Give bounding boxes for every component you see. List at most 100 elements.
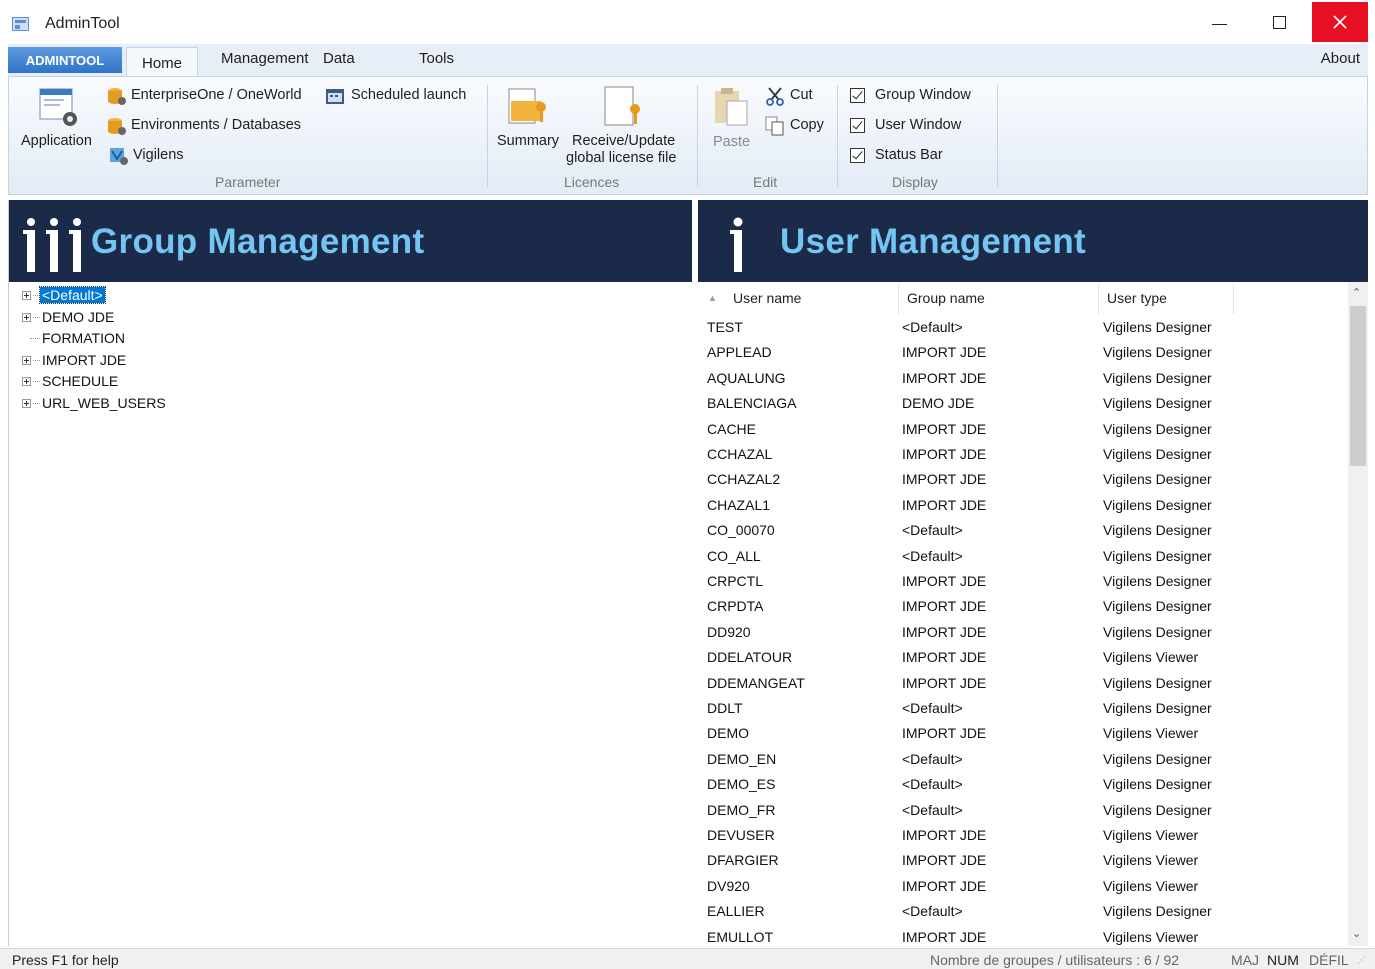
group-name-cell: <Default> — [902, 547, 963, 564]
expand-icon[interactable] — [22, 355, 31, 365]
table-row[interactable]: DD920 IMPORT JDE Vigilens Designer — [698, 620, 1343, 645]
scroll-down-icon[interactable]: ⌄ — [1352, 927, 1361, 940]
group-name-cell: <Default> — [902, 319, 963, 335]
user-window-toggle[interactable]: User Window — [849, 115, 989, 137]
close-button[interactable] — [1312, 2, 1368, 42]
column-divider[interactable] — [898, 284, 899, 314]
user-table-scrollbar[interactable]: ⌃ ⌄ — [1348, 282, 1368, 946]
table-row[interactable]: EMULLOT IMPORT JDE Vigilens Viewer — [698, 925, 1343, 946]
table-row[interactable]: DEMO_EN <Default> Vigilens Designer — [698, 747, 1343, 772]
minimize-icon — [1211, 23, 1227, 25]
tree-item[interactable]: SCHEDULE — [9, 371, 309, 392]
sort-ascending-icon: ▲ — [708, 293, 717, 303]
user-name-cell: EMULLOT — [707, 928, 774, 945]
tree-item[interactable]: FORMATION — [9, 328, 309, 349]
user-type-cell: Vigilens Designer — [1103, 801, 1212, 818]
ribbon-separator — [487, 85, 488, 187]
vigilens-button[interactable]: Vigilens — [105, 145, 205, 167]
table-row[interactable]: CO_00070 <Default> Vigilens Designer — [698, 518, 1343, 543]
user-management-title: User Management — [780, 222, 1086, 261]
checkbox-checked-icon — [850, 148, 865, 163]
user-management-panel: User Management ▲ User name Group name U… — [698, 200, 1368, 946]
table-row[interactable]: BALENCIAGA DEMO JDE Vigilens Designer — [698, 391, 1343, 416]
application-button[interactable]: Application — [19, 83, 103, 157]
environments-button[interactable]: Environments / Databases — [105, 115, 319, 137]
user-type-cell: Vigilens Designer — [1103, 700, 1212, 716]
application-icon — [39, 88, 77, 126]
group-name-cell: IMPORT JDE — [902, 649, 987, 666]
column-divider[interactable] — [1233, 284, 1234, 314]
tab-home[interactable]: Home — [126, 47, 198, 79]
table-row[interactable]: CCHAZAL IMPORT JDE Vigilens Designer — [698, 442, 1343, 467]
expand-icon[interactable] — [22, 377, 31, 386]
table-row[interactable]: CACHE IMPORT JDE Vigilens Designer — [698, 417, 1343, 442]
group-name-cell: <Default> — [902, 750, 963, 767]
tab-tools[interactable]: Tools — [419, 50, 454, 67]
table-row[interactable]: APPLEAD IMPORT JDE Vigilens Designer — [698, 340, 1343, 365]
tree-item[interactable]: IMPORT JDE — [9, 350, 309, 371]
minimize-button[interactable] — [1191, 2, 1247, 42]
user-type-cell: Vigilens Designer — [1103, 496, 1212, 513]
group-window-toggle[interactable]: Group Window — [849, 85, 989, 107]
enterprise-button[interactable]: EnterpriseOne / OneWorld — [105, 85, 319, 107]
group-window-label: Group Window — [875, 87, 971, 103]
table-row[interactable]: CCHAZAL2 IMPORT JDE Vigilens Designer — [698, 467, 1343, 492]
column-header-group-name[interactable]: Group name — [907, 290, 985, 306]
table-row[interactable]: DDEMANGEAT IMPORT JDE Vigilens Designer — [698, 671, 1343, 696]
table-row[interactable]: DDLT <Default> Vigilens Designer — [698, 696, 1343, 721]
copy-button[interactable]: Copy — [765, 115, 831, 137]
table-row[interactable]: CRPCTL IMPORT JDE Vigilens Designer — [698, 569, 1343, 594]
maximize-button[interactable] — [1251, 2, 1307, 42]
enterprise-label: EnterpriseOne / OneWorld — [131, 87, 302, 103]
user-type-cell: Vigilens Designer — [1103, 420, 1212, 437]
tree-item-label: SCHEDULE — [42, 373, 119, 389]
group-name-cell: IMPORT JDE — [902, 369, 987, 386]
table-row[interactable]: DEMO IMPORT JDE Vigilens Viewer — [698, 721, 1343, 746]
column-header-user-type[interactable]: User type — [1107, 290, 1167, 306]
user-name-cell: DFARGIER — [707, 852, 779, 869]
table-row[interactable]: TEST <Default> Vigilens Designer — [698, 315, 1343, 340]
table-row[interactable]: DEMO_ES <Default> Vigilens Designer — [698, 772, 1343, 797]
table-row[interactable]: CO_ALL <Default> Vigilens Designer — [698, 544, 1343, 569]
user-type-cell: Vigilens Designer — [1103, 750, 1212, 767]
tree-connector — [33, 402, 40, 404]
column-header-user-name[interactable]: User name — [733, 290, 801, 306]
ribbon-home: Application EnterpriseOne / OneWorld Env… — [8, 76, 1368, 195]
tree-item[interactable]: <Default> — [9, 285, 309, 306]
about-link[interactable]: About — [1321, 50, 1360, 67]
tree-item[interactable]: URL_WEB_USERS — [9, 393, 309, 414]
column-divider[interactable] — [1098, 284, 1099, 314]
cut-button[interactable]: Cut — [765, 85, 825, 107]
table-row[interactable]: DEVUSER IMPORT JDE Vigilens Viewer — [698, 823, 1343, 848]
table-row[interactable]: EALLIER <Default> Vigilens Designer — [698, 899, 1343, 924]
expand-icon[interactable] — [22, 398, 31, 408]
checkbox-checked-icon — [850, 88, 865, 103]
table-row[interactable]: DFARGIER IMPORT JDE Vigilens Viewer — [698, 848, 1343, 873]
scroll-up-icon[interactable]: ⌃ — [1352, 286, 1361, 299]
scheduled-launch-button[interactable]: Scheduled launch — [325, 85, 485, 107]
user-name-cell: CHAZAL1 — [707, 496, 771, 513]
group-people-icon — [23, 218, 81, 272]
table-row[interactable]: DEMO_FR <Default> Vigilens Designer — [698, 798, 1343, 823]
user-name-cell: CRPDTA — [707, 598, 764, 615]
group-name-cell: IMPORT JDE — [902, 598, 987, 615]
tree-item[interactable]: DEMO JDE — [9, 307, 309, 328]
table-row[interactable]: CRPDTA IMPORT JDE Vigilens Designer — [698, 594, 1343, 619]
table-row[interactable]: DDELATOUR IMPORT JDE Vigilens Viewer — [698, 645, 1343, 670]
summary-button[interactable]: Summary — [495, 83, 561, 157]
expand-icon[interactable] — [22, 312, 31, 322]
status-bar-toggle[interactable]: Status Bar — [849, 145, 989, 167]
receive-update-button[interactable]: Receive/Update global license file — [565, 83, 689, 173]
table-row[interactable]: CHAZAL1 IMPORT JDE Vigilens Designer — [698, 493, 1343, 518]
tab-management[interactable]: Management — [221, 50, 309, 67]
tab-admintool[interactable]: ADMINTOOL — [8, 47, 122, 73]
expand-icon[interactable] — [22, 291, 31, 300]
tab-data[interactable]: Data — [323, 50, 355, 67]
scrollbar-thumb[interactable] — [1350, 306, 1366, 466]
resize-grip-icon[interactable]: ⋰ — [1357, 955, 1366, 966]
table-row[interactable]: DV920 IMPORT JDE Vigilens Viewer — [698, 874, 1343, 899]
vigilens-label: Vigilens — [133, 147, 184, 163]
table-row[interactable]: AQUALUNG IMPORT JDE Vigilens Designer — [698, 366, 1343, 391]
group-name-cell: DEMO JDE — [902, 395, 975, 412]
status-maj: MAJ — [1231, 952, 1259, 968]
